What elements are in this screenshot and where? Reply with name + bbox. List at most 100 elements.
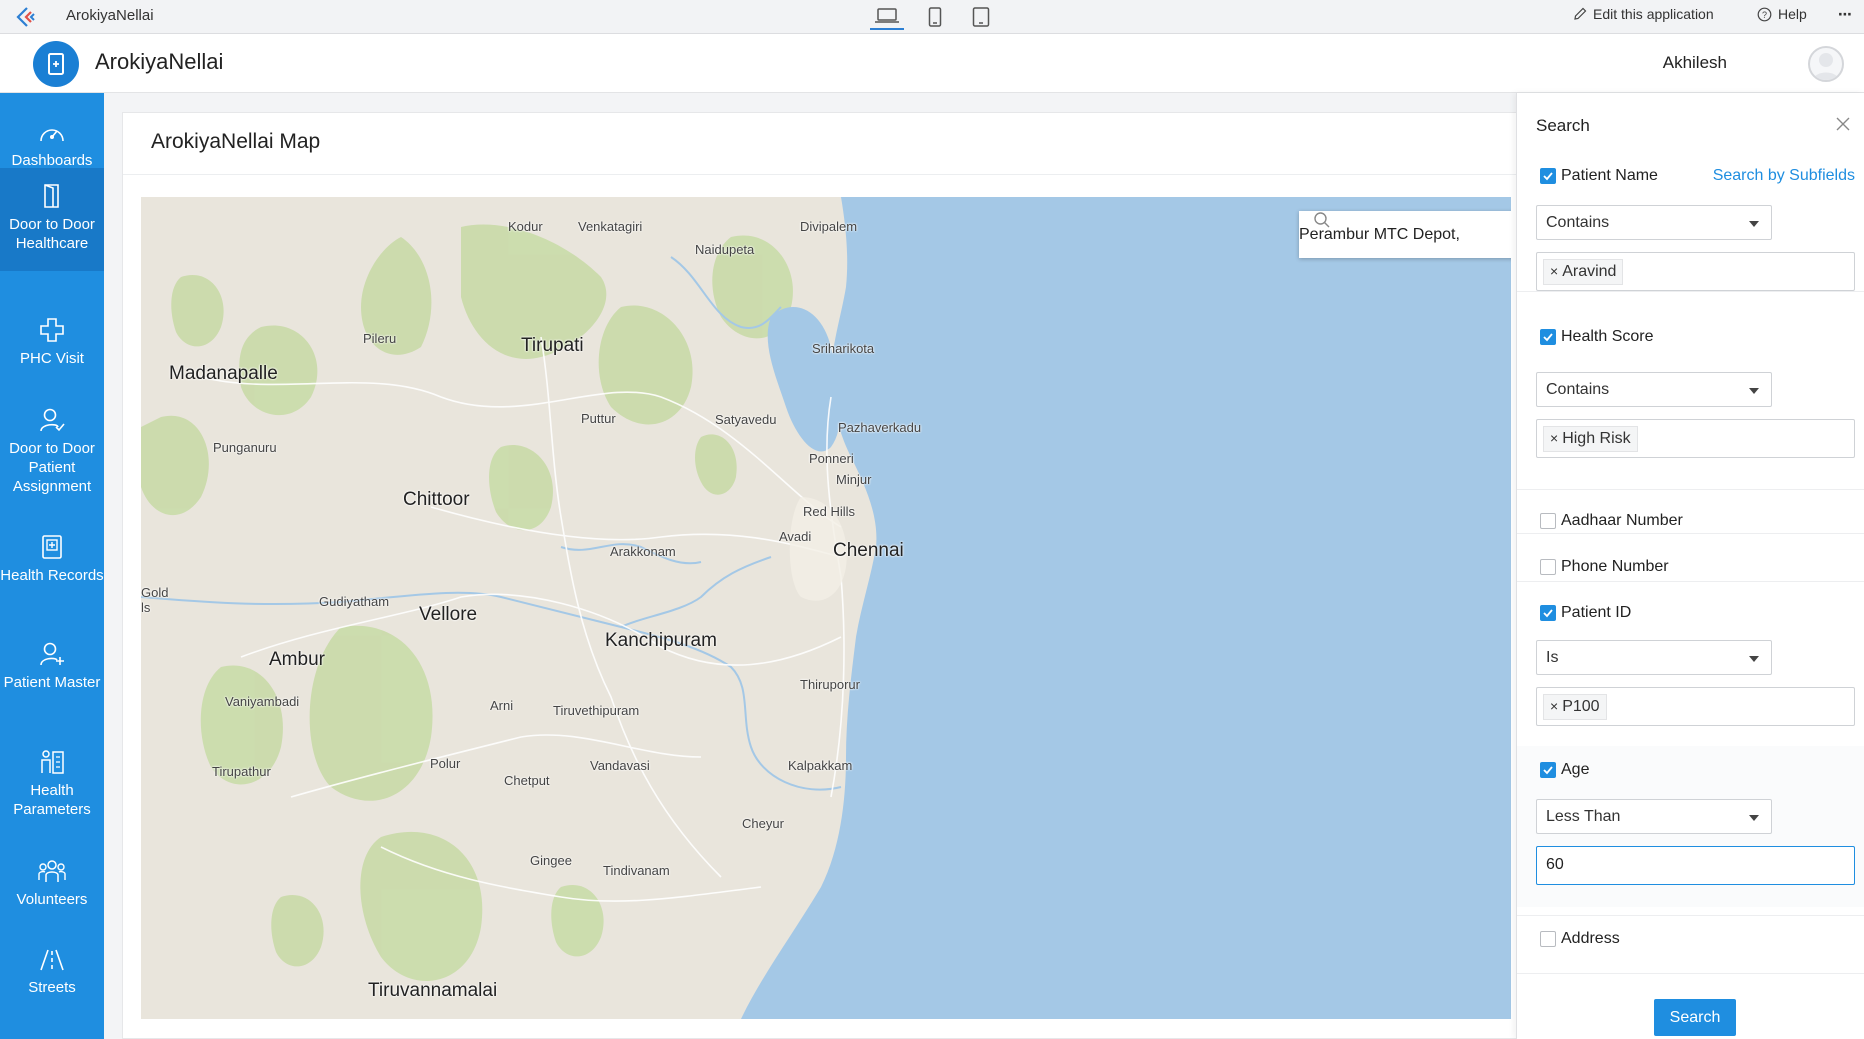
edit-application-link[interactable]: Edit this application: [1573, 6, 1714, 22]
mobile-view-button[interactable]: [918, 4, 952, 30]
map-label-divipalem: Divipalem: [800, 219, 858, 234]
search-icon: [1314, 212, 1330, 228]
health-score-label: Health Score: [1561, 328, 1654, 345]
map-label-venkatagiri: Venkatagiri: [578, 219, 643, 234]
map-label-chetput: Chetput: [504, 773, 550, 788]
more-options-button[interactable]: ⋯: [1838, 6, 1852, 23]
divider: [1517, 915, 1864, 916]
aadhaar-checkbox[interactable]: [1540, 513, 1556, 529]
divider: [1517, 973, 1864, 974]
age-operator-select[interactable]: Less Than: [1536, 799, 1772, 834]
caret-down-icon: [1749, 656, 1759, 662]
map-label-tindivanam: Tindivanam: [603, 863, 670, 878]
divider: [1517, 489, 1864, 490]
patient-name-checkbox[interactable]: [1540, 168, 1556, 184]
patient-id-operator-select[interactable]: Is: [1536, 640, 1772, 675]
sidebar-item-health-records[interactable]: Health Records: [0, 534, 104, 585]
group-icon: [38, 860, 66, 882]
map-label-tiruvethipuram: Tiruvethipuram: [553, 703, 640, 718]
patient-id-value-input[interactable]: × P100: [1536, 687, 1855, 726]
svg-text:?: ?: [1762, 10, 1767, 20]
sidebar-item-streets[interactable]: Streets: [0, 948, 104, 997]
address-checkbox[interactable]: [1540, 931, 1556, 947]
patient-name-value-input[interactable]: × Aravind: [1536, 252, 1855, 291]
phone-label: Phone Number: [1561, 558, 1669, 575]
sidebar-item-patient-assignment[interactable]: Door to Door Patient Assignment: [0, 407, 104, 496]
health-score-value-input[interactable]: × High Risk: [1536, 419, 1855, 458]
health-score-checkbox[interactable]: [1540, 329, 1556, 345]
sidebar: Dashboards Door to Door Healthcare PHC V…: [0, 93, 104, 1039]
patient-id-checkbox[interactable]: [1540, 605, 1556, 621]
caret-down-icon: [1749, 388, 1759, 394]
map-label-minjur: Minjur: [836, 472, 872, 487]
tag-label: Aravind: [1562, 263, 1617, 280]
age-checkbox[interactable]: [1540, 762, 1556, 778]
help-link[interactable]: ? Help: [1757, 6, 1807, 22]
health-score-operator-select[interactable]: Contains: [1536, 372, 1772, 407]
app-header: ArokiyaNellai Akhilesh: [0, 34, 1864, 93]
map-label-chittoor: Chittoor: [403, 489, 470, 510]
sidebar-item-label: Door to Door Healthcare: [9, 216, 95, 252]
top-bar: ArokiyaNellai Edit this application ? He…: [0, 0, 1864, 34]
tablet-view-button[interactable]: [964, 4, 998, 30]
map-label-vaniyambadi: Vaniyambadi: [225, 694, 300, 709]
age-value-input[interactable]: 60: [1536, 846, 1855, 885]
map-search-box[interactable]: Perambur MTC Depot,: [1299, 211, 1511, 258]
remove-tag-icon[interactable]: ×: [1550, 430, 1558, 446]
map-label-ambur: Ambur: [269, 649, 325, 670]
map-label-gingee: Gingee: [530, 853, 572, 868]
road-icon: [40, 949, 64, 971]
check-icon: [1543, 766, 1553, 775]
search-panel-title: Search: [1536, 116, 1590, 135]
laptop-icon: [875, 8, 899, 23]
patient-name-operator-select[interactable]: Contains: [1536, 205, 1772, 240]
map-label-gudiyatham: Gudiyatham: [319, 594, 390, 609]
tag-label: High Risk: [1562, 430, 1631, 447]
value-tag[interactable]: × Aravind: [1543, 259, 1624, 285]
value-tag[interactable]: × P100: [1543, 694, 1607, 720]
map-view[interactable]: Madanapalle Tirupati Chittoor Vellore Am…: [141, 197, 1511, 1019]
creator-logo-icon[interactable]: [14, 5, 38, 29]
sidebar-item-health-parameters[interactable]: Health Parameters: [0, 749, 104, 819]
map-label-pileru: Pileru: [363, 331, 397, 346]
tablet-icon: [972, 7, 990, 27]
main-content: ArokiyaNellai Map Madanapalle Tirupati C…: [104, 93, 1534, 1039]
sidebar-item-volunteers[interactable]: Volunteers: [0, 858, 104, 909]
map-label-arakkonam: Arakkonam: [610, 544, 676, 559]
select-value: Is: [1546, 649, 1559, 666]
app-name: ArokiyaNellai: [66, 7, 154, 24]
map-label-chennai: Chennai: [833, 540, 904, 561]
brand-logo-icon[interactable]: [33, 41, 79, 87]
value-tag[interactable]: × High Risk: [1543, 426, 1638, 452]
desktop-view-button[interactable]: [870, 4, 904, 30]
door-icon: [44, 184, 59, 208]
sidebar-item-patient-master[interactable]: Patient Master: [0, 641, 104, 692]
dashboard-icon: [40, 129, 64, 142]
map-label-red-hills: Red Hills: [803, 504, 856, 519]
sidebar-item-phc-visit[interactable]: PHC Visit: [0, 317, 104, 368]
map-label-punganuru: Punganuru: [213, 440, 277, 455]
patient-name-label: Patient Name: [1561, 167, 1658, 184]
map-label-ponneri: Ponneri: [809, 451, 854, 466]
sidebar-item-door-to-door-healthcare[interactable]: Door to Door Healthcare: [0, 168, 104, 271]
user-avatar[interactable]: [1808, 46, 1844, 82]
patient-id-label: Patient ID: [1561, 604, 1632, 621]
health-score-filter: Health Score Contains × High Risk: [1517, 322, 1864, 458]
phone-checkbox[interactable]: [1540, 559, 1556, 575]
user-name[interactable]: Akhilesh: [1663, 53, 1727, 73]
search-button[interactable]: Search: [1654, 999, 1736, 1036]
brand-name: ArokiyaNellai: [95, 49, 224, 74]
divider: [1517, 533, 1864, 534]
sidebar-item-dashboards[interactable]: Dashboards: [0, 123, 104, 170]
map-label-avadi: Avadi: [779, 529, 812, 544]
divider: [1517, 581, 1864, 582]
check-icon: [1543, 172, 1553, 181]
page-title: ArokiyaNellai Map: [151, 130, 321, 153]
map-label-vellore: Vellore: [419, 604, 478, 625]
address-filter: Address: [1517, 919, 1864, 967]
close-icon[interactable]: [1834, 115, 1852, 133]
remove-tag-icon[interactable]: ×: [1550, 263, 1558, 279]
sidebar-item-label: PHC Visit: [20, 350, 84, 367]
search-by-subfields-link[interactable]: Search by Subfields: [1713, 167, 1855, 185]
remove-tag-icon[interactable]: ×: [1550, 698, 1558, 714]
